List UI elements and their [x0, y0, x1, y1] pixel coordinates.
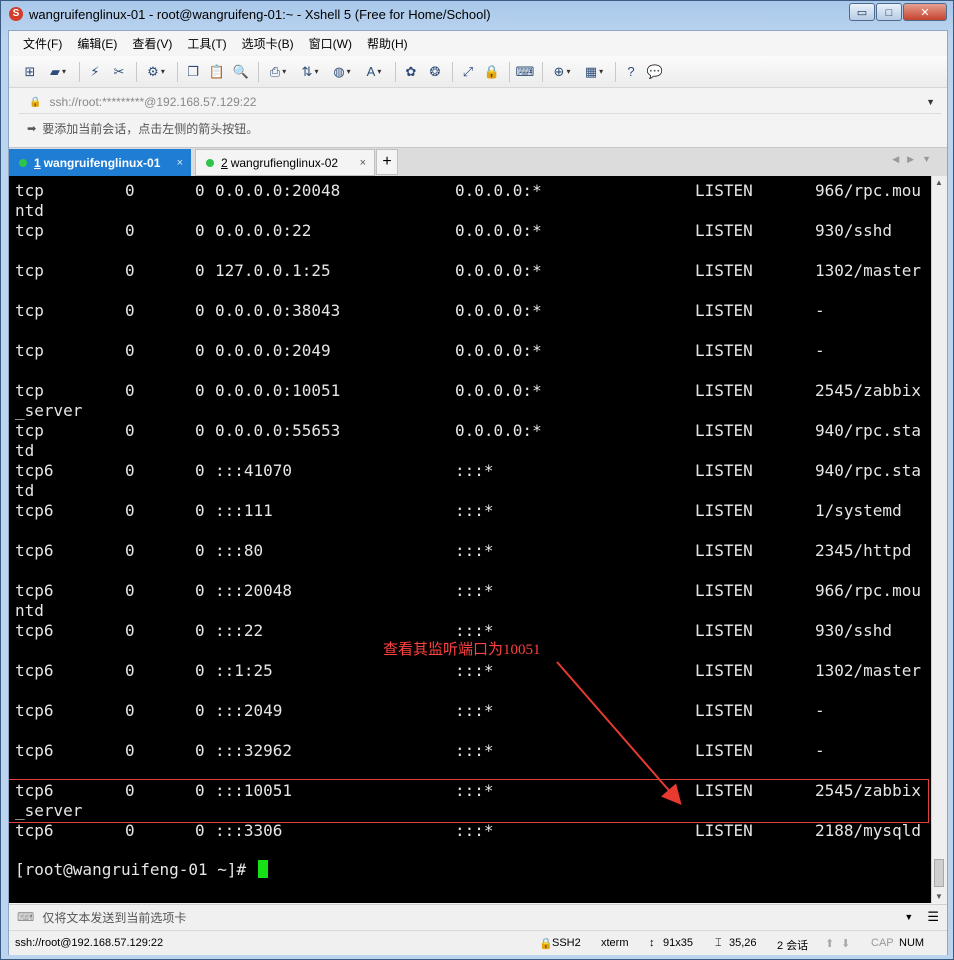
- menu-view[interactable]: 查看(V): [132, 35, 172, 52]
- status-cursor: 35,26: [729, 937, 757, 949]
- toolbar-separator: [136, 61, 137, 82]
- lock-icon[interactable]: 🔒: [483, 63, 501, 81]
- tunneling-icon[interactable]: ❂: [426, 63, 444, 81]
- arrow-up-icon[interactable]: ⬆: [825, 937, 834, 950]
- close-tab-icon[interactable]: ×: [177, 157, 183, 169]
- maximize-button[interactable]: □: [876, 3, 902, 21]
- help-icon[interactable]: ?: [622, 63, 640, 81]
- toolbar-separator: [509, 61, 510, 82]
- toolbar-separator: [615, 61, 616, 82]
- tab-session-2[interactable]: 2 wangrufienglinux-02 ×: [195, 149, 375, 176]
- menu-bar: 文件(F) 编辑(E) 查看(V) 工具(T) 选项卡(B) 窗口(W) 帮助(…: [9, 31, 947, 55]
- toolbar-separator: [395, 61, 396, 82]
- tab-session-1[interactable]: 1 wangruifenglinux-01 ×: [9, 149, 191, 176]
- open-session-icon[interactable]: ▰: [45, 63, 71, 81]
- tab-number: 1: [34, 155, 41, 170]
- status-caps: CAP: [871, 937, 894, 949]
- chat-icon[interactable]: 💬: [646, 63, 664, 81]
- tab-label: wangrufienglinux-02: [230, 155, 339, 170]
- transfer-icon[interactable]: ⇅: [297, 63, 323, 81]
- window-controls: ▭ □ ✕: [848, 3, 947, 21]
- menu-window[interactable]: 窗口(W): [309, 35, 352, 52]
- status-terminal: xterm: [601, 937, 629, 949]
- status-size: 91x35: [663, 937, 693, 949]
- menu-edit[interactable]: 编辑(E): [77, 35, 117, 52]
- menu-tab[interactable]: 选项卡(B): [242, 35, 294, 52]
- size-icon: ↕: [649, 937, 655, 949]
- terminal-output[interactable]: tcp6 0 0:::3306:::* LISTEN 2188/mysqld tcp6 0 0…: [9, 176, 931, 903]
- layout-icon[interactable]: ▦: [581, 63, 607, 81]
- arrow-down-icon[interactable]: ⬇: [841, 937, 850, 950]
- globe-icon[interactable]: ◍: [329, 63, 355, 81]
- client-area: 文件(F) 编辑(E) 查看(V) 工具(T) 选项卡(B) 窗口(W) 帮助(…: [8, 30, 948, 955]
- print-icon[interactable]: ⎙: [265, 63, 291, 81]
- address-bar[interactable]: 🔒 ssh://root:*********@192.168.57.129:22…: [19, 91, 941, 114]
- toolbar-separator: [542, 61, 543, 82]
- session-hint-bar: ➡ 要添加当前会话，点击左侧的箭头按钮。: [19, 116, 941, 140]
- close-button[interactable]: ✕: [903, 3, 947, 21]
- lock-icon: 🔒: [539, 938, 553, 950]
- xshell-window: S wangruifenglinux-01 - root@wangruifeng…: [0, 0, 954, 960]
- connected-status-icon: [206, 158, 214, 167]
- disconnect-icon[interactable]: ✂: [110, 63, 128, 81]
- menu-icon[interactable]: ☰: [927, 909, 939, 925]
- add-tab-button[interactable]: +: [376, 149, 398, 175]
- tab-navigation[interactable]: ◀▶▼: [892, 154, 939, 165]
- toolbar-separator: [177, 61, 178, 82]
- toolbar-separator: [452, 61, 453, 82]
- window-title: wangruifenglinux-01 - root@wangruifeng-0…: [29, 7, 491, 22]
- send-input[interactable]: 仅将文本发送到当前选项卡: [42, 909, 904, 926]
- arrow-right-icon[interactable]: ➡: [27, 122, 36, 135]
- lock-icon: 🔒: [29, 96, 42, 108]
- status-bar: ssh://root@192.168.57.129:22 🔒 SSH2 xter…: [9, 930, 947, 955]
- status-protocol: SSH2: [552, 937, 581, 949]
- fullscreen-icon[interactable]: ⤢: [459, 63, 477, 81]
- annotation-text: 查看其监听端口为10051: [383, 642, 541, 658]
- xftp-icon[interactable]: ✿: [402, 63, 420, 81]
- address-text[interactable]: ssh://root:*********@192.168.57.129:22: [49, 95, 926, 109]
- cursor-pos-icon: ⌶: [715, 937, 722, 949]
- menu-help[interactable]: 帮助(H): [367, 35, 408, 52]
- toolbar-separator: [79, 61, 80, 82]
- annotation-arrow: [556, 661, 682, 806]
- xshell-app-icon: S: [9, 7, 23, 21]
- properties-icon[interactable]: ⚙: [143, 63, 169, 81]
- tab-bar: 1 wangruifenglinux-01 × 2 wangrufienglin…: [9, 147, 947, 176]
- new-tab-icon[interactable]: ⊕: [549, 63, 575, 81]
- toolbar: ⊞ ▰ ⚡ ✂ ⚙ ❐ 📋 🔍 ⎙ ⇅ ◍ A ✿ ❂ ⤢ 🔒 ⌨ ⊕: [9, 56, 947, 88]
- menu-file[interactable]: 文件(F): [23, 35, 62, 52]
- keyboard-icon[interactable]: ⌨: [516, 63, 535, 81]
- copy-icon[interactable]: ❐: [184, 63, 202, 81]
- tab-number: 2: [221, 155, 228, 170]
- title-bar[interactable]: S wangruifenglinux-01 - root@wangruifeng…: [1, 1, 953, 29]
- chevron-down-icon[interactable]: ▼: [904, 912, 913, 922]
- paste-icon[interactable]: 📋: [208, 63, 226, 81]
- chevron-down-icon[interactable]: ▼: [926, 97, 935, 107]
- menu-tools[interactable]: 工具(T): [187, 35, 226, 52]
- status-connection: ssh://root@192.168.57.129:22: [15, 937, 164, 949]
- scrollbar-thumb[interactable]: [934, 859, 944, 887]
- font-icon[interactable]: A: [361, 63, 387, 81]
- close-tab-icon[interactable]: ×: [360, 157, 366, 169]
- send-bar[interactable]: ⌨ 仅将文本发送到当前选项卡 ▼ ☰: [9, 904, 947, 929]
- find-icon[interactable]: 🔍: [232, 63, 250, 81]
- status-num: NUM: [899, 937, 925, 949]
- terminal-scrollbar[interactable]: ▲ ▼: [931, 176, 947, 903]
- scroll-up-icon[interactable]: ▲: [935, 178, 943, 187]
- new-session-icon[interactable]: ⊞: [21, 63, 39, 81]
- keyboard-icon[interactable]: ⌨: [17, 910, 34, 924]
- minimize-button[interactable]: ▭: [849, 3, 875, 21]
- toolbar-separator: [258, 61, 259, 82]
- scroll-down-icon[interactable]: ▼: [935, 892, 943, 901]
- status-sessions: 2 会话: [777, 940, 809, 952]
- connected-status-icon: [19, 158, 27, 167]
- reconnect-icon[interactable]: ⚡: [86, 63, 104, 81]
- session-hint-text: 要添加当前会话，点击左侧的箭头按钮。: [42, 121, 259, 136]
- tab-label: wangruifenglinux-01: [43, 155, 161, 170]
